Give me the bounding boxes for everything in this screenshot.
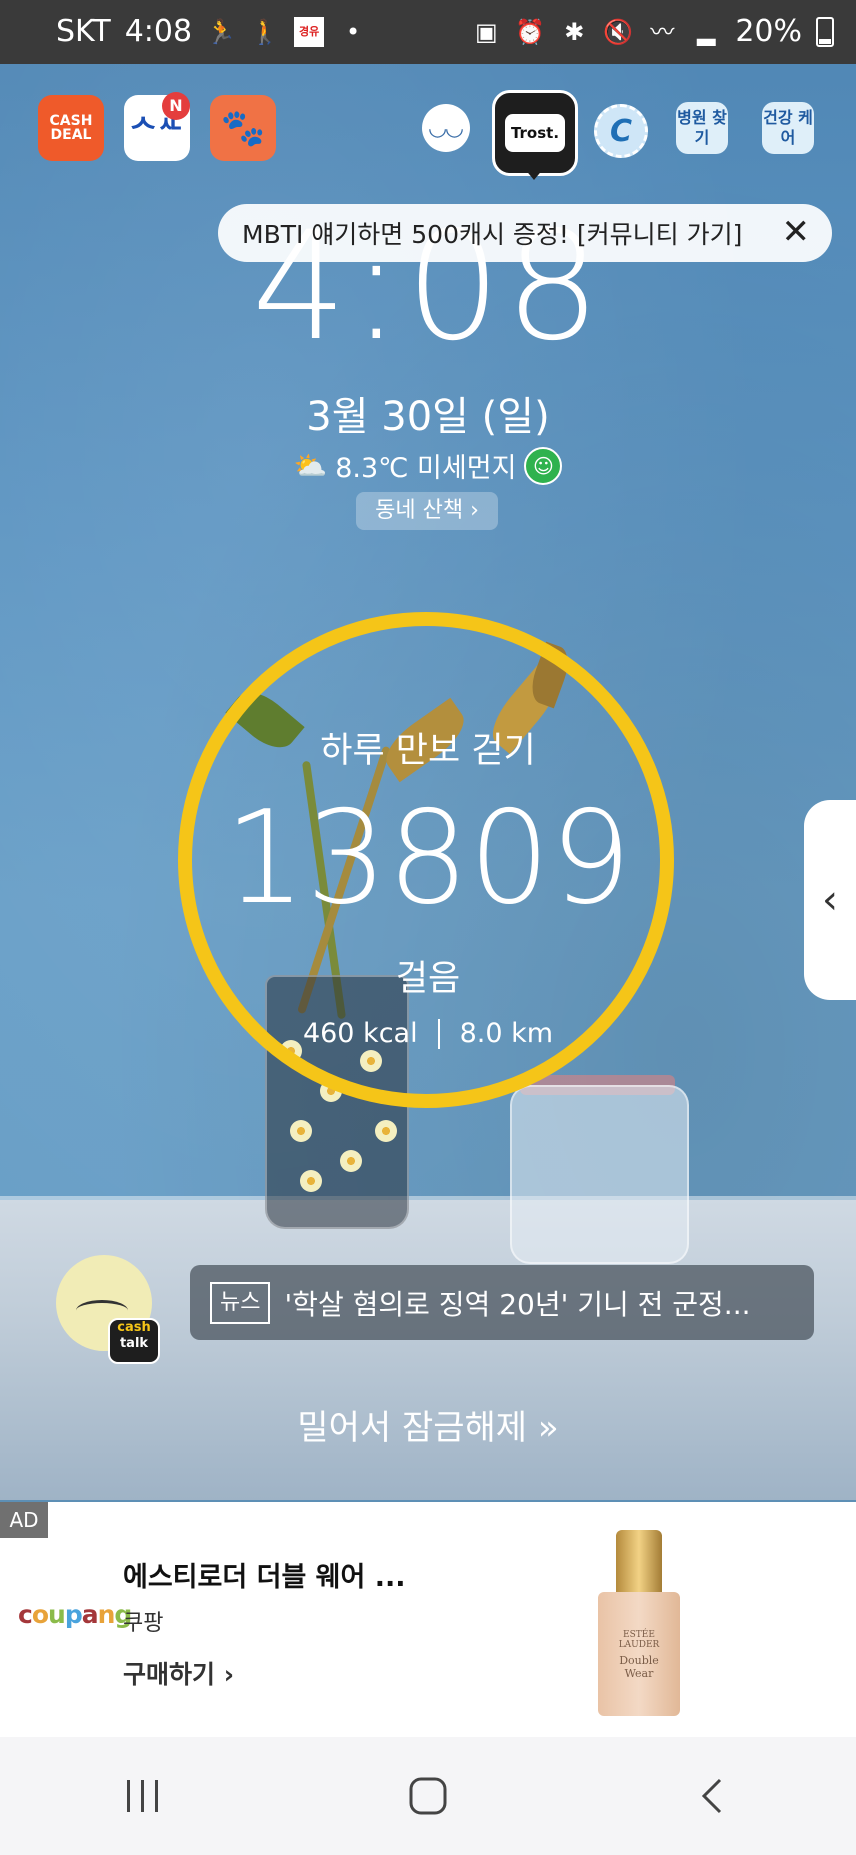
wifi-icon: 〰	[650, 17, 675, 46]
battery-percent: 20%	[735, 14, 802, 49]
app-notification-icon: 경유	[294, 16, 325, 47]
mute-icon: 🔇	[603, 17, 634, 46]
flower-pattern	[290, 1120, 312, 1142]
lockscreen-date: 3월 30일 (일)	[306, 394, 550, 440]
slide-to-unlock[interactable]: 밀어서 잠금해제 »	[0, 1400, 856, 1449]
bottle-cap	[616, 1530, 662, 1594]
step-stats: 460 kcal 8.0 km	[0, 1018, 856, 1049]
flower-pattern	[300, 1170, 322, 1192]
step-unit: 걸음	[395, 959, 461, 999]
trost-label: Trost.	[504, 114, 566, 152]
ad-buy-button[interactable]: 구매하기 ›	[123, 1655, 234, 1691]
air-quality-good-icon: ☺	[524, 446, 563, 485]
trost-pointer	[524, 168, 544, 180]
chevron-left-icon: ‹	[822, 877, 838, 923]
alarm-icon: ⏰	[515, 17, 546, 46]
ad-title[interactable]: 에스티로더 더블 웨어 ...	[123, 1555, 406, 1594]
cash-deal-app-icon[interactable]: CASH DEAL	[38, 95, 104, 161]
recent-apps-icon	[126, 1780, 158, 1812]
nfc-icon: ▣	[474, 17, 498, 46]
dot-icon: •	[346, 17, 361, 46]
battery-icon	[816, 16, 834, 47]
bluetooth-icon: ✱	[564, 17, 585, 46]
bottle-brand: ESTÉE LAUDER	[618, 1630, 660, 1650]
distance-value: 8.0 km	[459, 1018, 554, 1049]
weather-row: ⛅ 8.3℃ 미세먼지 ☺	[0, 446, 856, 485]
hospital-finder-icon[interactable]: 병원 찾기	[676, 102, 728, 154]
side-panel-handle[interactable]: ‹	[804, 800, 856, 1000]
carrier-label: SKT	[56, 14, 111, 49]
cashwalk-c-app-icon[interactable]: C	[594, 104, 648, 158]
news-tag: 뉴스	[210, 1281, 271, 1324]
cash-talk-word-2: talk	[119, 1336, 149, 1351]
flower-pattern	[375, 1120, 397, 1142]
trost-app-icon[interactable]: Trost.	[492, 90, 578, 176]
ad-label: AD	[0, 1502, 48, 1538]
glass-jar	[510, 1085, 689, 1264]
stats-divider	[437, 1018, 440, 1049]
cash-talk-word-1: cash	[117, 1320, 151, 1335]
bottle-label: ESTÉE LAUDER Double Wear	[606, 1630, 672, 1680]
cash-deal-label: CASH DEAL	[49, 113, 93, 143]
ad-brand: 쿠팡	[123, 1611, 164, 1636]
product-image[interactable]: ESTÉE LAUDER Double Wear	[598, 1530, 680, 1720]
close-icon[interactable]: ✕	[782, 215, 811, 249]
calories-value: 460 kcal	[302, 1018, 418, 1049]
step-count: 13809	[224, 784, 632, 933]
status-bar: SKT 4:08 🏃 🚶 경유 • ▣ ⏰ ✱ 🔇 〰 ▂ 20%	[0, 0, 856, 64]
recent-apps-button[interactable]	[103, 1766, 183, 1826]
coupang-logo: coupang	[18, 1600, 132, 1629]
step-goal-title: 하루 만보 걷기	[320, 731, 536, 771]
back-button[interactable]	[673, 1766, 753, 1826]
paw-app-icon[interactable]: 🐾	[210, 95, 276, 161]
promo-banner[interactable]: MBTI 얘기하면 500캐시 증정! [커뮤니티 가기] ✕	[218, 204, 832, 262]
status-time: 4:08	[124, 14, 193, 49]
back-icon	[702, 1778, 722, 1814]
bottle-product: Double Wear	[619, 1654, 659, 1680]
partly-cloudy-icon: ⛅	[293, 450, 328, 482]
health-care-icon[interactable]: 건강 케어	[762, 102, 814, 154]
signal-icon: ▂	[697, 17, 716, 46]
walking-icon: 🚶	[250, 17, 281, 46]
news-ticker[interactable]: 뉴스 '학살 혐의로 징역 20년' 기니 전 군정...	[190, 1265, 814, 1340]
home-button[interactable]	[388, 1766, 468, 1826]
flower-pattern	[340, 1150, 362, 1172]
navigation-bar	[0, 1737, 856, 1855]
neighborhood-walk-button[interactable]: 동네 산책 ›	[356, 492, 498, 530]
running-icon: 🏃	[206, 17, 237, 46]
weather-text: 8.3℃ 미세먼지	[335, 453, 517, 484]
news-headline: '학살 혐의로 징역 20년' 기니 전 군정...	[284, 1287, 751, 1321]
promo-text: MBTI 얘기하면 500캐시 증정! [커뮤니티 가기]	[242, 220, 743, 249]
new-badge: N	[162, 92, 190, 120]
home-icon	[409, 1777, 447, 1815]
cash-talk-badge[interactable]: cash talk	[108, 1318, 160, 1364]
mask-app-icon[interactable]: ◡◡	[422, 104, 470, 152]
